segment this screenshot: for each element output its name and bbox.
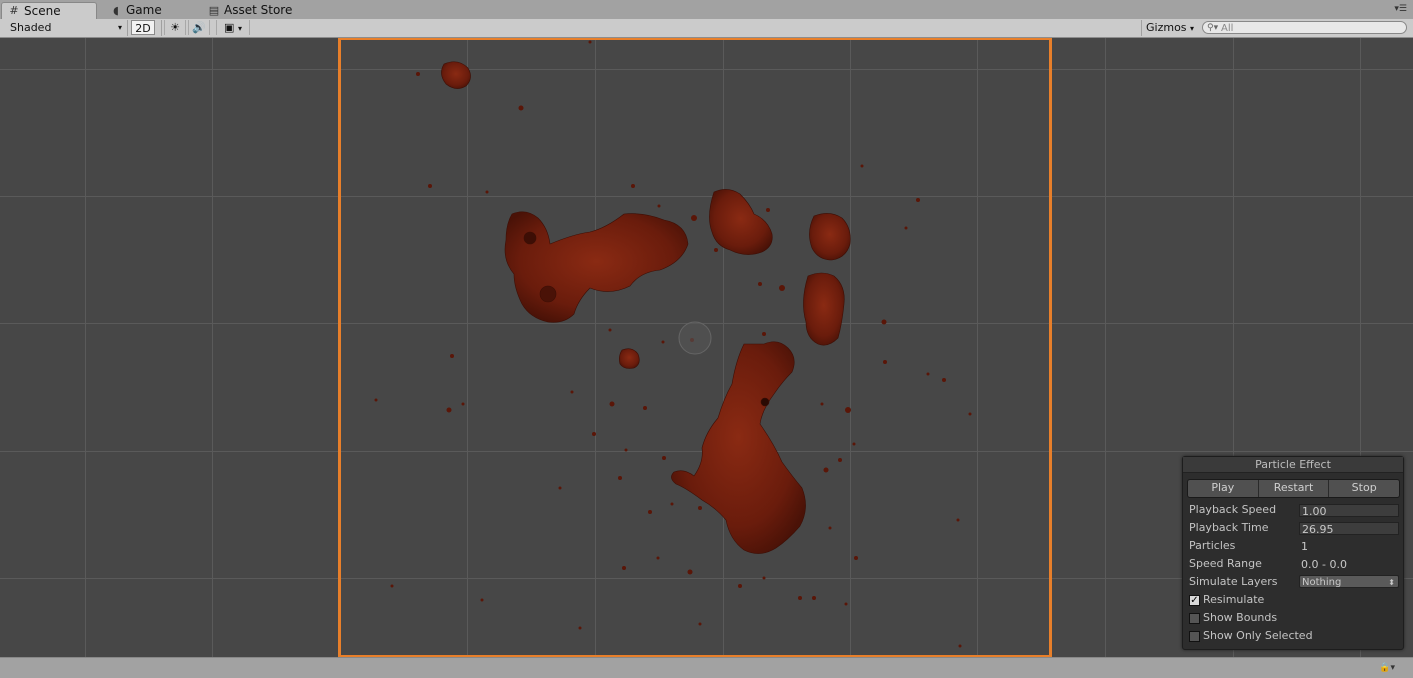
checkmark-icon: ✓ bbox=[1190, 595, 1199, 606]
blood-splatter-sprite bbox=[441, 61, 851, 554]
tab-scene[interactable]: # Scene bbox=[1, 2, 97, 19]
playback-button-group: Play Restart Stop bbox=[1187, 479, 1400, 498]
2d-toggle-label: 2D bbox=[135, 22, 151, 35]
show-only-selected-checkbox[interactable] bbox=[1189, 631, 1200, 642]
tab-game-label: Game bbox=[126, 3, 162, 17]
pacman-icon: ◖ bbox=[113, 3, 119, 17]
scene-audio-button[interactable]: 🔊 bbox=[188, 20, 210, 35]
show-bounds-checkbox[interactable] bbox=[1189, 613, 1200, 624]
show-only-selected-label: Show Only Selected bbox=[1203, 629, 1313, 642]
restart-button[interactable]: Restart bbox=[1259, 480, 1330, 497]
scene-effects-dropdown[interactable]: ▣ ▾ bbox=[216, 20, 250, 35]
lock-icon[interactable]: 🔒▾ bbox=[1379, 663, 1395, 673]
status-bar: 🔒▾ bbox=[0, 657, 1413, 678]
tab-game[interactable]: ◖ Game bbox=[104, 2, 200, 19]
simulate-layers-value: Nothing bbox=[1302, 577, 1342, 588]
chevron-down-icon: ▾ bbox=[117, 23, 122, 32]
chevron-down-icon: ▾ bbox=[237, 24, 242, 33]
resimulate-label: Resimulate bbox=[1203, 593, 1265, 606]
scene-view[interactable]: Particle Effect Play Restart Stop Playba… bbox=[0, 38, 1413, 657]
blood-droplets bbox=[374, 40, 972, 648]
speaker-icon: 🔊 bbox=[192, 21, 206, 34]
simulate-layers-label: Simulate Layers bbox=[1189, 575, 1278, 588]
stop-button[interactable]: Stop bbox=[1329, 480, 1399, 497]
scene-toolbar: Shaded ▾ 2D ☀ 🔊 ▣ ▾ Gizmos ▾ ⚲▾ All bbox=[0, 19, 1413, 38]
scene-lighting-button[interactable]: ☀ bbox=[164, 20, 186, 35]
playback-time-field[interactable]: 26.95 bbox=[1299, 522, 1399, 536]
particle-effect-panel: Particle Effect Play Restart Stop Playba… bbox=[1182, 456, 1404, 650]
show-bounds-label: Show Bounds bbox=[1203, 611, 1278, 624]
sun-icon: ☀ bbox=[170, 21, 180, 34]
updown-arrow-icon: ⬍ bbox=[1388, 578, 1395, 587]
playback-speed-label: Playback Speed bbox=[1189, 503, 1277, 516]
gizmos-dropdown[interactable]: Gizmos ▾ bbox=[1143, 20, 1195, 35]
search-placeholder: All bbox=[1221, 23, 1234, 34]
tab-asset-store-label: Asset Store bbox=[224, 3, 293, 17]
2d-toggle-button[interactable]: 2D bbox=[131, 20, 155, 35]
window-tab-bar: # Scene ◖ Game ▤ Asset Store ▾☰ bbox=[0, 0, 1413, 20]
resimulate-checkbox[interactable]: ✓ bbox=[1189, 595, 1200, 606]
play-button[interactable]: Play bbox=[1188, 480, 1259, 497]
bag-icon: ▤ bbox=[208, 3, 220, 17]
tab-scene-label: Scene bbox=[24, 3, 61, 18]
speed-range-value: 0.0 - 0.0 bbox=[1301, 558, 1347, 571]
playback-speed-field[interactable]: 1.00 bbox=[1299, 504, 1399, 518]
image-icon: ▣ bbox=[224, 21, 235, 34]
chevron-down-icon: ▾ bbox=[1190, 24, 1195, 33]
grid-icon: # bbox=[9, 4, 19, 17]
simulate-layers-dropdown[interactable]: Nothing ⬍ bbox=[1299, 575, 1399, 588]
shading-mode-label: Shaded bbox=[10, 21, 52, 34]
particles-count: 1 bbox=[1301, 540, 1308, 553]
panel-title: Particle Effect bbox=[1183, 457, 1403, 473]
particles-label: Particles bbox=[1189, 539, 1236, 552]
speed-range-label: Speed Range bbox=[1189, 557, 1262, 570]
tab-menu-icon[interactable]: ▾☰ bbox=[1394, 4, 1407, 14]
playback-time-label: Playback Time bbox=[1189, 521, 1269, 534]
shading-mode-dropdown[interactable]: Shaded ▾ bbox=[4, 20, 124, 35]
search-icon: ⚲▾ bbox=[1207, 23, 1219, 33]
particle-system-gizmo bbox=[678, 321, 712, 355]
gizmos-label: Gizmos bbox=[1146, 21, 1187, 34]
hierarchy-search-input[interactable]: ⚲▾ All bbox=[1202, 21, 1407, 34]
tab-asset-store[interactable]: ▤ Asset Store bbox=[202, 2, 312, 19]
